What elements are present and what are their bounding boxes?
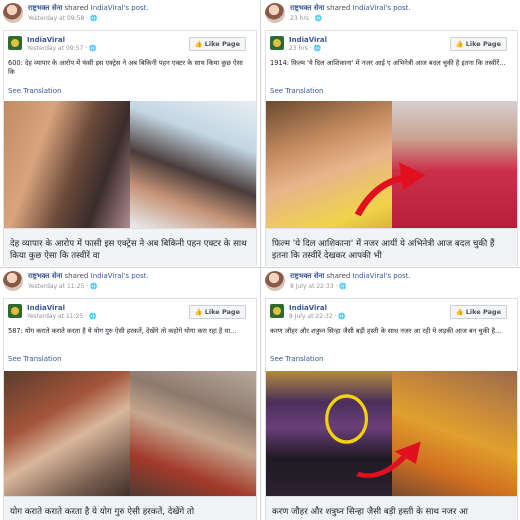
original-post: IndiaViral 8 July at 22:32 · 🌐 👍 Like Pag… bbox=[265, 298, 518, 520]
like-page-button[interactable]: 👍 Like Page bbox=[449, 37, 507, 51]
shared-post-card: राष्ट्रभक्त सेना shared IndiaViral's pos… bbox=[0, 0, 259, 266]
see-translation-link[interactable]: See Translation bbox=[8, 355, 61, 363]
sharer-header: राष्ट्रभक्त सेना shared IndiaViral's pos… bbox=[3, 3, 256, 27]
link-caption[interactable]: योग कराते कराते करता है ये योग गुरु ऐसी … bbox=[4, 496, 256, 520]
link-caption[interactable]: करण जौहर और शत्रुघ्न सिन्हा जैसी बड़ी हस… bbox=[266, 496, 517, 520]
photo-left bbox=[4, 371, 130, 496]
post-image[interactable] bbox=[266, 371, 517, 496]
shared-post-card: राष्ट्रभक्त सेना shared IndiaViral's pos… bbox=[262, 0, 520, 266]
thumbs-up-icon: 👍 bbox=[194, 308, 203, 316]
share-timestamp[interactable]: 8 July at 22:33 · 🌐 bbox=[290, 283, 347, 290]
post-text: 1914: फ़िल्म 'ये दिल आशिकाना' में नजर आई… bbox=[270, 59, 506, 67]
like-page-label: Like Page bbox=[204, 308, 240, 316]
post-text: करण जौहर और शत्रुघ्न सिन्हा जैसी बड़ी हस… bbox=[270, 327, 502, 335]
see-translation-link[interactable]: See Translation bbox=[8, 87, 61, 95]
photo-right bbox=[130, 371, 256, 496]
thumbs-up-icon: 👍 bbox=[194, 40, 203, 48]
horizontal-divider bbox=[0, 267, 520, 268]
see-translation-link[interactable]: See Translation bbox=[270, 87, 323, 95]
post-image[interactable] bbox=[266, 101, 517, 228]
see-translation-link[interactable]: See Translation bbox=[270, 355, 323, 363]
caption-text: करण जौहर और शत्रुघ्न सिन्हा जैसी बड़ी हस… bbox=[272, 507, 468, 517]
caption-text: फिल्म 'ये दिल आशिकाना' में नजर आयीं ये अ… bbox=[272, 239, 495, 261]
sharer-name-link[interactable]: राष्ट्रभक्त सेना bbox=[290, 4, 324, 12]
thumbs-up-icon: 👍 bbox=[455, 40, 464, 48]
sharer-avatar[interactable] bbox=[265, 3, 285, 23]
original-post-link[interactable]: IndiaViral's post. bbox=[353, 272, 411, 280]
sharer-header: राष्ट्रभक्त सेना shared IndiaViral's pos… bbox=[3, 271, 256, 295]
original-post: IndiaViral 23 hrs · 🌐 👍 Like Page 1914: फ… bbox=[265, 30, 518, 266]
photo-right bbox=[130, 101, 256, 228]
share-timestamp[interactable]: 23 hrs · 🌐 bbox=[290, 15, 322, 22]
post-timestamp[interactable]: Yesterday at 11:25 · 🌐 bbox=[27, 313, 96, 320]
shared-label: shared bbox=[64, 4, 89, 12]
sharer-header: राष्ट्रभक्त सेना shared IndiaViral's pos… bbox=[265, 3, 517, 27]
post-timestamp[interactable]: Yesterday at 09:57 · 🌐 bbox=[27, 45, 96, 52]
like-page-label: Like Page bbox=[465, 40, 501, 48]
original-post-link[interactable]: IndiaViral's post. bbox=[91, 272, 149, 280]
sharer-name-link[interactable]: राष्ट्रभक्त सेना bbox=[28, 272, 62, 280]
link-caption[interactable]: फिल्म 'ये दिल आशिकाना' में नजर आयीं ये अ… bbox=[266, 228, 517, 266]
red-arrow-icon bbox=[356, 441, 421, 478]
post-text: 600: देह व्यापार के आरोप में फंसी इस एक्… bbox=[8, 59, 243, 76]
post-text: 587: योग कराते कराते करता है ये योग गुरु… bbox=[8, 327, 237, 335]
like-page-button[interactable]: 👍 Like Page bbox=[188, 305, 246, 319]
like-page-label: Like Page bbox=[204, 40, 240, 48]
like-page-button[interactable]: 👍 Like Page bbox=[188, 37, 246, 51]
thumbs-up-icon: 👍 bbox=[455, 308, 464, 316]
page-name-link[interactable]: IndiaViral bbox=[289, 36, 327, 44]
sharer-name-link[interactable]: राष्ट्रभक्त सेना bbox=[28, 4, 62, 12]
page-header: IndiaViral Yesterday at 09:57 · 🌐 👍 Like … bbox=[8, 36, 252, 56]
page-avatar[interactable] bbox=[8, 36, 22, 50]
page-header: IndiaViral Yesterday at 11:25 · 🌐 👍 Like … bbox=[8, 304, 252, 324]
original-post-link[interactable]: IndiaViral's post. bbox=[91, 4, 149, 12]
original-post-link[interactable]: IndiaViral's post. bbox=[353, 4, 411, 12]
page-name-link[interactable]: IndiaViral bbox=[27, 36, 65, 44]
link-caption[interactable]: देह व्यापार के आरोप में फासी इस एक्ट्रेस… bbox=[4, 228, 256, 266]
photo-left bbox=[4, 101, 130, 228]
sharer-header: राष्ट्रभक्त सेना shared IndiaViral's pos… bbox=[265, 271, 517, 295]
share-timestamp[interactable]: Yesterday at 11:25 · 🌐 bbox=[28, 283, 97, 290]
post-image[interactable] bbox=[4, 371, 256, 496]
shared-post-card: राष्ट्रभक्त सेना shared IndiaViral's pos… bbox=[0, 268, 259, 520]
shared-label: shared bbox=[64, 272, 89, 280]
post-timestamp[interactable]: 23 hrs · 🌐 bbox=[289, 45, 321, 52]
original-post: IndiaViral Yesterday at 09:57 · 🌐 👍 Like … bbox=[3, 30, 257, 266]
shared-label: shared bbox=[326, 272, 351, 280]
share-timestamp[interactable]: Yesterday at 09:58 · 🌐 bbox=[28, 15, 97, 22]
sharer-name-link[interactable]: राष्ट्रभक्त सेना bbox=[290, 272, 324, 280]
page-avatar[interactable] bbox=[8, 304, 22, 318]
vertical-divider bbox=[260, 0, 261, 520]
red-arrow-icon bbox=[354, 162, 426, 217]
page-avatar[interactable] bbox=[270, 304, 284, 318]
sharer-avatar[interactable] bbox=[3, 3, 23, 23]
page-avatar[interactable] bbox=[270, 36, 284, 50]
like-page-button[interactable]: 👍 Like Page bbox=[449, 305, 507, 319]
sharer-avatar[interactable] bbox=[265, 271, 285, 291]
page-name-link[interactable]: IndiaViral bbox=[27, 304, 65, 312]
shared-post-card: राष्ट्रभक्त सेना shared IndiaViral's pos… bbox=[262, 268, 520, 520]
shared-label: shared bbox=[326, 4, 351, 12]
page-header: IndiaViral 23 hrs · 🌐 👍 Like Page bbox=[270, 36, 513, 56]
page-name-link[interactable]: IndiaViral bbox=[289, 304, 327, 312]
page-header: IndiaViral 8 July at 22:32 · 🌐 👍 Like Pag… bbox=[270, 304, 513, 324]
original-post: IndiaViral Yesterday at 11:25 · 🌐 👍 Like … bbox=[3, 298, 257, 520]
post-timestamp[interactable]: 8 July at 22:32 · 🌐 bbox=[289, 313, 346, 320]
sharer-avatar[interactable] bbox=[3, 271, 23, 291]
post-image[interactable] bbox=[4, 101, 256, 228]
caption-text: योग कराते कराते करता है ये योग गुरु ऐसी … bbox=[10, 507, 195, 517]
like-page-label: Like Page bbox=[465, 308, 501, 316]
caption-text: देह व्यापार के आरोप में फासी इस एक्ट्रेस… bbox=[10, 239, 247, 261]
